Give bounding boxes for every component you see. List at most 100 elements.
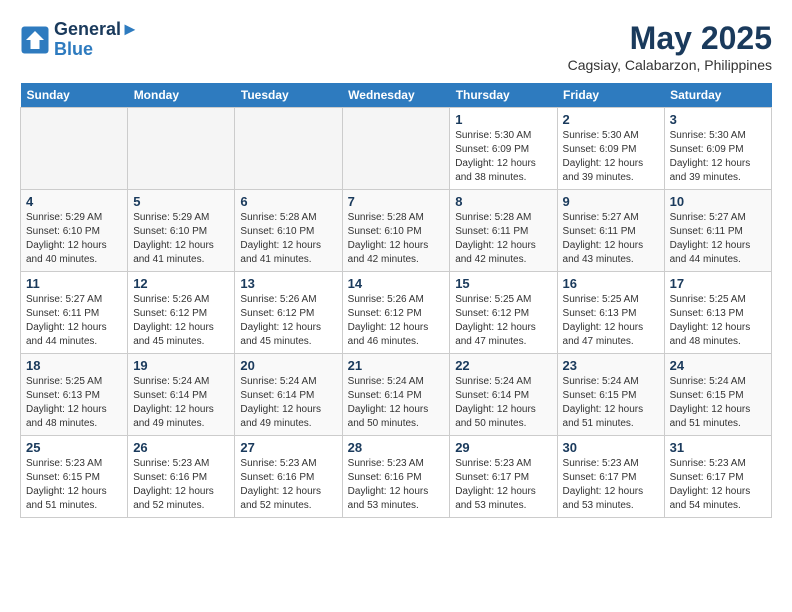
logo-text: General► Blue	[54, 20, 139, 60]
calendar-week-1: 1 Sunrise: 5:30 AM Sunset: 6:09 PM Daylig…	[21, 108, 772, 190]
day-number: 15	[455, 276, 551, 291]
day-number: 25	[26, 440, 122, 455]
calendar-cell: 24 Sunrise: 5:24 AM Sunset: 6:15 PM Dayli…	[664, 354, 771, 436]
day-info: Sunrise: 5:23 AM Sunset: 6:16 PM Dayligh…	[348, 457, 445, 513]
location: Cagsiay, Calabarzon, Philippines	[568, 57, 772, 73]
column-header-tuesday: Tuesday	[235, 83, 342, 108]
day-number: 29	[455, 440, 551, 455]
calendar-cell: 10 Sunrise: 5:27 AM Sunset: 6:11 PM Dayli…	[664, 190, 771, 272]
calendar-cell: 8 Sunrise: 5:28 AM Sunset: 6:11 PM Daylig…	[450, 190, 557, 272]
calendar-cell: 18Sunrise: 5:25 AM Sunset: 6:13 PM Dayli…	[21, 354, 128, 436]
calendar-cell: 21 Sunrise: 5:24 AM Sunset: 6:14 PM Dayli…	[342, 354, 450, 436]
day-info: Sunrise: 5:24 AM Sunset: 6:14 PM Dayligh…	[240, 375, 336, 431]
day-number: 5	[133, 194, 229, 209]
day-number: 17	[670, 276, 766, 291]
day-info: Sunrise: 5:28 AM Sunset: 6:10 PM Dayligh…	[348, 211, 445, 267]
day-number: 16	[563, 276, 659, 291]
day-number: 19	[133, 358, 229, 373]
day-number: 9	[563, 194, 659, 209]
day-info: Sunrise: 5:24 AM Sunset: 6:14 PM Dayligh…	[133, 375, 229, 431]
column-header-friday: Friday	[557, 83, 664, 108]
calendar-cell: 27Sunrise: 5:23 AM Sunset: 6:16 PM Dayli…	[235, 436, 342, 518]
day-number: 1	[455, 112, 551, 127]
day-info: Sunrise: 5:24 AM Sunset: 6:14 PM Dayligh…	[455, 375, 551, 431]
day-info: Sunrise: 5:23 AM Sunset: 6:17 PM Dayligh…	[563, 457, 659, 513]
column-header-saturday: Saturday	[664, 83, 771, 108]
calendar-cell: 26Sunrise: 5:23 AM Sunset: 6:16 PM Dayli…	[128, 436, 235, 518]
calendar-cell: 17 Sunrise: 5:25 AM Sunset: 6:13 PM Dayli…	[664, 272, 771, 354]
calendar-cell	[342, 108, 450, 190]
day-info: Sunrise: 5:30 AM Sunset: 6:09 PM Dayligh…	[670, 129, 766, 185]
calendar-cell: 11Sunrise: 5:27 AM Sunset: 6:11 PM Dayli…	[21, 272, 128, 354]
day-info: Sunrise: 5:24 AM Sunset: 6:14 PM Dayligh…	[348, 375, 445, 431]
calendar-cell: 30 Sunrise: 5:23 AM Sunset: 6:17 PM Dayli…	[557, 436, 664, 518]
day-info: Sunrise: 5:26 AM Sunset: 6:12 PM Dayligh…	[240, 293, 336, 349]
day-number: 12	[133, 276, 229, 291]
calendar-week-3: 11Sunrise: 5:27 AM Sunset: 6:11 PM Dayli…	[21, 272, 772, 354]
day-number: 7	[348, 194, 445, 209]
logo-icon	[20, 25, 50, 55]
calendar-cell: 22Sunrise: 5:24 AM Sunset: 6:14 PM Dayli…	[450, 354, 557, 436]
calendar-cell: 3 Sunrise: 5:30 AM Sunset: 6:09 PM Daylig…	[664, 108, 771, 190]
day-info: Sunrise: 5:28 AM Sunset: 6:10 PM Dayligh…	[240, 211, 336, 267]
day-number: 20	[240, 358, 336, 373]
day-number: 14	[348, 276, 445, 291]
calendar-cell: 9 Sunrise: 5:27 AM Sunset: 6:11 PM Daylig…	[557, 190, 664, 272]
day-number: 30	[563, 440, 659, 455]
calendar-cell: 19 Sunrise: 5:24 AM Sunset: 6:14 PM Dayli…	[128, 354, 235, 436]
day-info: Sunrise: 5:25 AM Sunset: 6:12 PM Dayligh…	[455, 293, 551, 349]
day-info: Sunrise: 5:27 AM Sunset: 6:11 PM Dayligh…	[670, 211, 766, 267]
day-info: Sunrise: 5:23 AM Sunset: 6:16 PM Dayligh…	[133, 457, 229, 513]
calendar-table: SundayMondayTuesdayWednesdayThursdayFrid…	[20, 83, 772, 518]
day-info: Sunrise: 5:26 AM Sunset: 6:12 PM Dayligh…	[133, 293, 229, 349]
day-info: Sunrise: 5:29 AM Sunset: 6:10 PM Dayligh…	[133, 211, 229, 267]
day-number: 31	[670, 440, 766, 455]
day-info: Sunrise: 5:23 AM Sunset: 6:17 PM Dayligh…	[455, 457, 551, 513]
day-info: Sunrise: 5:24 AM Sunset: 6:15 PM Dayligh…	[670, 375, 766, 431]
day-info: Sunrise: 5:25 AM Sunset: 6:13 PM Dayligh…	[26, 375, 122, 431]
day-info: Sunrise: 5:30 AM Sunset: 6:09 PM Dayligh…	[455, 129, 551, 185]
day-number: 6	[240, 194, 336, 209]
calendar-cell: 7 Sunrise: 5:28 AM Sunset: 6:10 PM Daylig…	[342, 190, 450, 272]
day-info: Sunrise: 5:25 AM Sunset: 6:13 PM Dayligh…	[563, 293, 659, 349]
calendar-cell: 1 Sunrise: 5:30 AM Sunset: 6:09 PM Daylig…	[450, 108, 557, 190]
day-number: 10	[670, 194, 766, 209]
day-number: 27	[240, 440, 336, 455]
day-number: 4	[26, 194, 122, 209]
calendar-week-2: 4 Sunrise: 5:29 AM Sunset: 6:10 PM Daylig…	[21, 190, 772, 272]
calendar-cell: 31 Sunrise: 5:23 AM Sunset: 6:17 PM Dayli…	[664, 436, 771, 518]
day-number: 23	[563, 358, 659, 373]
calendar-cell: 14 Sunrise: 5:26 AM Sunset: 6:12 PM Dayli…	[342, 272, 450, 354]
calendar-week-4: 18Sunrise: 5:25 AM Sunset: 6:13 PM Dayli…	[21, 354, 772, 436]
day-number: 2	[563, 112, 659, 127]
day-info: Sunrise: 5:23 AM Sunset: 6:17 PM Dayligh…	[670, 457, 766, 513]
page-header: General► Blue May 2025 Cagsiay, Calabarz…	[20, 20, 772, 73]
day-info: Sunrise: 5:25 AM Sunset: 6:13 PM Dayligh…	[670, 293, 766, 349]
calendar-header-row: SundayMondayTuesdayWednesdayThursdayFrid…	[21, 83, 772, 108]
calendar-cell: 5 Sunrise: 5:29 AM Sunset: 6:10 PM Daylig…	[128, 190, 235, 272]
calendar-cell: 6 Sunrise: 5:28 AM Sunset: 6:10 PM Daylig…	[235, 190, 342, 272]
day-info: Sunrise: 5:30 AM Sunset: 6:09 PM Dayligh…	[563, 129, 659, 185]
day-number: 3	[670, 112, 766, 127]
day-info: Sunrise: 5:29 AM Sunset: 6:10 PM Dayligh…	[26, 211, 122, 267]
logo: General► Blue	[20, 20, 139, 60]
calendar-cell: 29 Sunrise: 5:23 AM Sunset: 6:17 PM Dayli…	[450, 436, 557, 518]
calendar-cell: 28Sunrise: 5:23 AM Sunset: 6:16 PM Dayli…	[342, 436, 450, 518]
day-info: Sunrise: 5:28 AM Sunset: 6:11 PM Dayligh…	[455, 211, 551, 267]
day-info: Sunrise: 5:27 AM Sunset: 6:11 PM Dayligh…	[563, 211, 659, 267]
column-header-wednesday: Wednesday	[342, 83, 450, 108]
day-info: Sunrise: 5:23 AM Sunset: 6:15 PM Dayligh…	[26, 457, 122, 513]
calendar-cell	[235, 108, 342, 190]
calendar-cell: 4 Sunrise: 5:29 AM Sunset: 6:10 PM Daylig…	[21, 190, 128, 272]
calendar-cell: 20 Sunrise: 5:24 AM Sunset: 6:14 PM Dayli…	[235, 354, 342, 436]
day-info: Sunrise: 5:27 AM Sunset: 6:11 PM Dayligh…	[26, 293, 122, 349]
day-number: 8	[455, 194, 551, 209]
day-number: 24	[670, 358, 766, 373]
calendar-cell: 2 Sunrise: 5:30 AM Sunset: 6:09 PM Daylig…	[557, 108, 664, 190]
day-number: 21	[348, 358, 445, 373]
calendar-cell	[128, 108, 235, 190]
day-info: Sunrise: 5:26 AM Sunset: 6:12 PM Dayligh…	[348, 293, 445, 349]
calendar-cell: 16 Sunrise: 5:25 AM Sunset: 6:13 PM Dayli…	[557, 272, 664, 354]
calendar-cell: 13Sunrise: 5:26 AM Sunset: 6:12 PM Dayli…	[235, 272, 342, 354]
calendar-cell: 15 Sunrise: 5:25 AM Sunset: 6:12 PM Dayli…	[450, 272, 557, 354]
